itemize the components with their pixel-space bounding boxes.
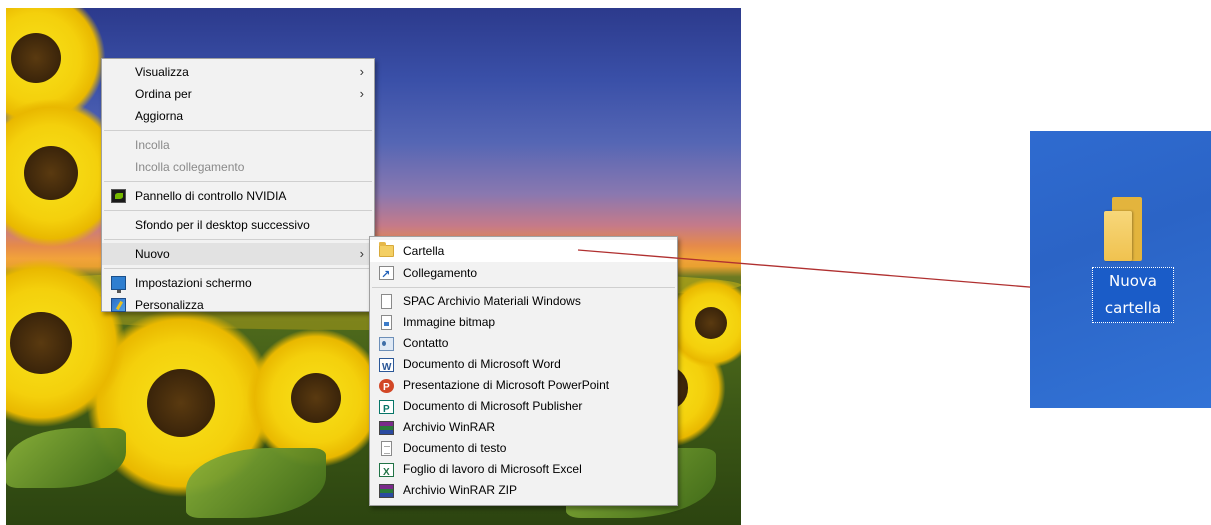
submenu-item-collegamento[interactable]: Collegamento — [370, 262, 677, 286]
menu-item-label: Immagine bitmap — [403, 315, 496, 329]
menu-item-incolla-collegamento: Incolla collegamento — [102, 156, 374, 178]
chevron-right-icon: › — [359, 86, 364, 101]
menu-item-label: Contatto — [403, 336, 449, 350]
desktop-context-menu: Visualizza › Ordina per › Aggiorna Incol… — [101, 58, 375, 312]
menu-item-personalizza[interactable]: Personalizza — [102, 294, 374, 316]
menu-item-label: Pannello di controllo NVIDIA — [135, 189, 287, 203]
menu-item-nvidia[interactable]: Pannello di controllo NVIDIA — [102, 185, 374, 207]
contact-icon — [379, 337, 394, 351]
menu-item-label: Documento di testo — [403, 441, 507, 455]
menu-item-label: Collegamento — [403, 266, 478, 280]
powerpoint-icon — [379, 377, 394, 398]
leaf-decoration — [6, 428, 126, 488]
menu-item-label: Cartella — [403, 244, 445, 258]
nvidia-icon — [111, 189, 126, 203]
folder-icon[interactable] — [1104, 197, 1142, 261]
sunflower-decoration — [246, 328, 386, 468]
bitmap-icon — [381, 315, 392, 330]
chevron-right-icon: › — [359, 64, 364, 79]
word-icon — [379, 357, 394, 378]
shortcut-icon — [379, 264, 394, 286]
submenu-item-immagine-bitmap[interactable]: Immagine bitmap — [370, 312, 677, 333]
display-settings-icon — [111, 276, 126, 293]
submenu-item-winrar[interactable]: Archivio WinRAR — [370, 417, 677, 438]
submenu-item-spac-archivio[interactable]: SPAC Archivio Materiali Windows — [370, 291, 677, 312]
menu-item-sfondo-successivo[interactable]: Sfondo per il desktop successivo — [102, 214, 374, 236]
menu-item-label: Sfondo per il desktop successivo — [135, 218, 310, 232]
submenu-item-cartella[interactable]: Cartella — [370, 240, 677, 262]
menu-item-nuovo[interactable]: Nuovo › — [102, 243, 374, 265]
menu-item-label: Presentazione di Microsoft PowerPoint — [403, 378, 610, 392]
menu-separator — [104, 210, 372, 211]
submenu-item-powerpoint[interactable]: Presentazione di Microsoft PowerPoint — [370, 375, 677, 398]
menu-separator — [372, 287, 675, 288]
publisher-icon — [379, 399, 394, 420]
blank-document-icon — [381, 294, 392, 309]
folder-name-line1: Nuova — [1109, 272, 1157, 290]
text-document-icon — [381, 441, 392, 456]
folder-name-line2: cartella — [1104, 299, 1162, 317]
menu-item-label: Visualizza — [135, 65, 189, 79]
menu-item-ordina-per[interactable]: Ordina per › — [102, 83, 374, 105]
submenu-item-excel[interactable]: Foglio di lavoro di Microsoft Excel — [370, 459, 677, 483]
menu-item-aggiorna[interactable]: Aggiorna — [102, 105, 374, 127]
menu-item-label: Archivio WinRAR ZIP — [403, 483, 518, 497]
submenu-item-documento-testo[interactable]: Documento di testo — [370, 438, 677, 459]
menu-item-incolla: Incolla — [102, 134, 374, 156]
winrar-icon — [379, 421, 394, 435]
menu-item-label: Nuovo — [135, 247, 170, 261]
menu-item-label: Ordina per — [135, 87, 192, 101]
menu-item-label: Incolla — [135, 138, 170, 152]
menu-separator — [104, 181, 372, 182]
menu-item-impostazioni-schermo[interactable]: Impostazioni schermo — [102, 272, 374, 294]
desktop-new-folder-preview: Nuova cartella — [1030, 131, 1211, 408]
menu-item-label: SPAC Archivio Materiali Windows — [403, 294, 581, 308]
new-submenu: Cartella Collegamento SPAC Archivio Mate… — [369, 236, 678, 506]
menu-separator — [104, 268, 372, 269]
submenu-item-publisher[interactable]: Documento di Microsoft Publisher — [370, 396, 677, 420]
menu-item-visualizza[interactable]: Visualizza › — [102, 61, 374, 83]
menu-item-label: Aggiorna — [135, 109, 184, 123]
menu-item-label: Personalizza — [135, 298, 204, 312]
excel-icon — [379, 462, 394, 483]
folder-icon — [379, 242, 394, 257]
menu-item-label: Archivio WinRAR — [403, 420, 496, 434]
menu-separator — [104, 239, 372, 240]
submenu-item-word[interactable]: Documento di Microsoft Word — [370, 354, 677, 378]
new-folder-name-label[interactable]: Nuova cartella — [1092, 267, 1174, 323]
chevron-right-icon: › — [359, 246, 364, 261]
menu-item-label: Documento di Microsoft Word — [403, 357, 561, 371]
winrar-zip-icon — [379, 484, 394, 498]
menu-item-label: Impostazioni schermo — [135, 276, 252, 290]
menu-item-label: Foglio di lavoro di Microsoft Excel — [403, 462, 582, 476]
submenu-item-contatto[interactable]: Contatto — [370, 333, 677, 354]
menu-item-label: Incolla collegamento — [135, 160, 245, 174]
menu-item-label: Documento di Microsoft Publisher — [403, 399, 583, 413]
personalize-icon — [111, 298, 126, 312]
submenu-item-winrar-zip[interactable]: Archivio WinRAR ZIP — [370, 480, 677, 501]
menu-separator — [104, 130, 372, 131]
